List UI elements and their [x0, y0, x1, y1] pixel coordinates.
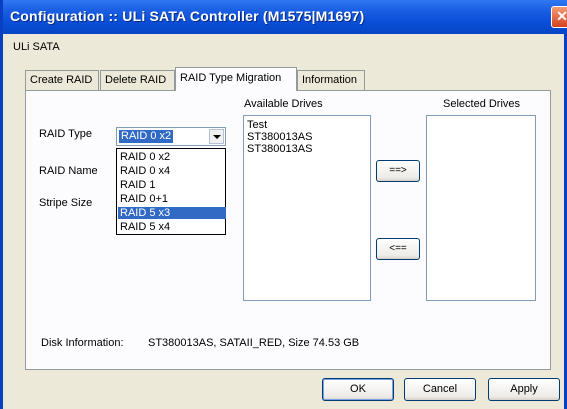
available-drive-item[interactable]: Test: [247, 119, 267, 131]
subtitle-label: ULi SATA: [13, 41, 60, 53]
available-drives-list[interactable]: Test ST380013AS ST380013AS: [243, 115, 371, 301]
available-drives-header: Available Drives: [244, 98, 323, 110]
selected-drives-list[interactable]: [426, 115, 536, 301]
raid-type-option[interactable]: RAID 5 x4: [118, 221, 226, 233]
cancel-button[interactable]: Cancel: [404, 378, 476, 401]
raid-type-option[interactable]: RAID 1: [118, 179, 226, 191]
remove-drive-button[interactable]: <==: [376, 238, 420, 260]
chevron-down-icon[interactable]: [209, 129, 224, 144]
window-title: Configuration :: ULi SATA Controller (M1…: [10, 8, 365, 24]
raid-type-option[interactable]: RAID 0+1: [118, 193, 226, 205]
raid-type-dropdown-list: RAID 0 x2 RAID 0 x4 RAID 1 RAID 0+1 RAID…: [116, 148, 226, 235]
disk-information-label: Disk Information:: [41, 337, 124, 349]
close-button[interactable]: ✕: [551, 6, 567, 28]
raid-type-label: RAID Type: [39, 128, 92, 140]
tab-information[interactable]: Information: [297, 70, 365, 90]
raid-type-select[interactable]: RAID 0 x2: [116, 127, 226, 146]
tab-create-raid[interactable]: Create RAID: [25, 70, 99, 90]
available-drive-item[interactable]: ST380013AS: [247, 131, 312, 143]
ok-button[interactable]: OK: [322, 378, 394, 401]
raid-type-selected-value: RAID 0 x2: [119, 130, 174, 143]
raid-type-option[interactable]: RAID 0 x4: [118, 165, 226, 177]
dialog-window: Configuration :: ULi SATA Controller (M1…: [0, 0, 567, 409]
tab-delete-raid[interactable]: Delete RAID: [100, 70, 175, 90]
raid-type-option-highlighted[interactable]: RAID 5 x3: [118, 207, 226, 219]
disk-information-value: ST380013AS, SATAII_RED, Size 74.53 GB: [148, 337, 360, 349]
title-bar[interactable]: Configuration :: ULi SATA Controller (M1…: [3, 0, 567, 34]
stripe-size-label: Stripe Size: [39, 197, 93, 209]
available-drive-item[interactable]: ST380013AS: [247, 143, 312, 155]
close-icon: ✕: [556, 8, 567, 24]
add-drive-button[interactable]: ==>: [376, 160, 420, 182]
tab-raid-type-migration[interactable]: RAID Type Migration: [175, 67, 297, 91]
raid-name-label: RAID Name: [39, 165, 98, 177]
raid-type-option[interactable]: RAID 0 x2: [118, 151, 226, 163]
selected-drives-header: Selected Drives: [443, 98, 521, 110]
apply-button[interactable]: Apply: [488, 378, 560, 401]
